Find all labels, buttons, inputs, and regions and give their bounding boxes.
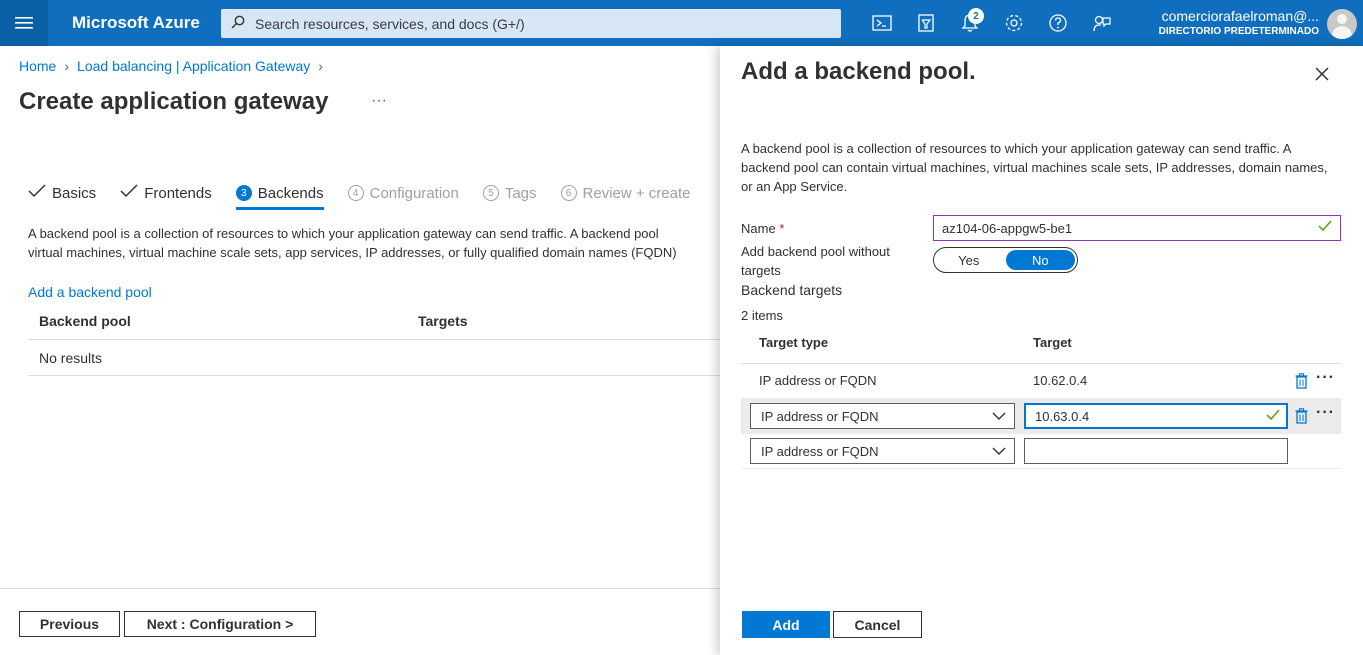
column-header-target-type: Target type <box>759 335 829 350</box>
target-type-dropdown[interactable]: IP address or FQDN <box>750 403 1015 429</box>
tab-label: Backends <box>257 184 324 202</box>
target-type-dropdown[interactable]: IP address or FQDN <box>750 438 1015 464</box>
tab-label: Basics <box>52 184 97 202</box>
delete-icon[interactable] <box>1295 373 1308 392</box>
notification-count-badge: 2 <box>968 8 984 24</box>
chevron-down-icon <box>992 441 1006 464</box>
search-icon <box>231 15 245 32</box>
description-line: A backend pool is a collection of resour… <box>28 226 659 241</box>
backend-pool-table-header: Backend pool Targets <box>28 304 720 340</box>
help-icon[interactable] <box>1036 0 1080 46</box>
more-options-icon[interactable]: ··· <box>1316 404 1335 422</box>
search-placeholder: Search resources, services, and docs (G+… <box>255 15 525 32</box>
avatar[interactable] <box>1327 9 1357 39</box>
footer-divider <box>0 588 720 589</box>
tab-frontends[interactable]: Frontends <box>120 178 212 208</box>
toggle-option-yes[interactable]: Yes <box>934 248 1004 272</box>
chevron-right-icon: › <box>318 58 323 74</box>
target-input[interactable]: 10.63.0.4 <box>1024 403 1288 429</box>
top-bar: Microsoft Azure Search resources, servic… <box>0 0 1363 46</box>
more-options-icon[interactable]: ··· <box>1316 369 1335 387</box>
tab-review-create[interactable]: 6 Review + create <box>560 178 691 208</box>
panel-title: Add a backend pool. <box>741 58 976 85</box>
column-header-backend-pool[interactable]: Backend pool <box>39 313 131 329</box>
close-icon[interactable] <box>1314 62 1330 88</box>
toggle-option-no[interactable]: No <box>1005 250 1075 270</box>
settings-icon[interactable] <box>992 0 1036 46</box>
breadcrumb: Home › Load balancing | Application Gate… <box>19 58 323 74</box>
page-title: Create application gateway <box>19 88 329 115</box>
more-options-icon[interactable]: ··· <box>371 92 387 110</box>
cancel-button[interactable]: Cancel <box>833 611 922 638</box>
search-input[interactable]: Search resources, services, and docs (G+… <box>221 9 841 38</box>
name-label-text: Name <box>741 221 776 236</box>
tab-label: Tags <box>504 184 537 202</box>
without-targets-toggle[interactable]: Yes No <box>933 247 1078 273</box>
required-indicator: * <box>779 221 785 236</box>
account-directory: DIRECTORIO PREDETERMINADO <box>1158 26 1319 37</box>
previous-button[interactable]: Previous <box>19 611 120 637</box>
targets-count: 2 items <box>741 308 783 323</box>
cloud-shell-icon[interactable] <box>860 0 904 46</box>
step-number: 3 <box>235 185 252 201</box>
tab-label: Configuration <box>369 184 459 202</box>
table-row: No results <box>28 340 720 376</box>
description-line: virtual machines, virtual machine scale … <box>28 245 677 260</box>
chevron-right-icon: › <box>64 58 70 74</box>
tab-backends[interactable]: 3 Backends <box>235 178 324 210</box>
add-button[interactable]: Add <box>742 611 830 638</box>
without-targets-label: Add backend pool without targets <box>741 244 890 278</box>
step-number: 5 <box>482 185 499 201</box>
add-backend-pool-link[interactable]: Add a backend pool <box>28 284 152 300</box>
breadcrumb-home[interactable]: Home <box>19 58 56 74</box>
menu-icon[interactable] <box>0 0 48 46</box>
breadcrumb-load-balancing[interactable]: Load balancing | Application Gateway <box>77 58 310 74</box>
tab-label: Review + create <box>582 184 691 202</box>
column-header-target: Target <box>1033 335 1072 350</box>
next-configuration-button[interactable]: Next : Configuration > <box>124 611 316 637</box>
wizard-steps: Basics Frontends 3 Backends 4 Configurat… <box>28 178 715 210</box>
tab-tags[interactable]: 5 Tags <box>482 178 537 208</box>
add-backend-pool-panel: Add a backend pool. A backend pool is a … <box>720 46 1363 655</box>
feedback-icon[interactable] <box>1080 0 1124 46</box>
empty-state-text: No results <box>39 350 103 366</box>
dropdown-value: IP address or FQDN <box>761 443 879 459</box>
table-row: IP address or FQDN <box>741 434 1341 469</box>
tab-configuration[interactable]: 4 Configuration <box>347 178 459 208</box>
directory-filter-icon[interactable] <box>904 0 948 46</box>
step-number: 4 <box>347 185 364 201</box>
backend-targets-heading: Backend targets <box>741 282 843 298</box>
tab-basics[interactable]: Basics <box>28 178 96 208</box>
name-label: Name * <box>741 219 784 238</box>
chevron-down-icon <box>992 406 1006 429</box>
tab-label: Frontends <box>144 184 212 202</box>
name-field-value: az104-06-appgw5-be1 <box>942 220 1073 236</box>
target-value: 10.62.0.4 <box>1033 373 1088 388</box>
target-input[interactable] <box>1024 438 1288 464</box>
name-field[interactable]: az104-06-appgw5-be1 <box>933 215 1341 241</box>
backends-description: A backend pool is a collection of resour… <box>28 224 720 262</box>
valid-checkmark-icon <box>1266 408 1280 424</box>
checkmark-icon <box>28 184 46 202</box>
account-email: comerciorafaelroman@... <box>1161 8 1319 24</box>
targets-table-header: Target type Target <box>741 327 1341 364</box>
checkmark-icon <box>120 184 138 202</box>
panel-description: A backend pool is a collection of resour… <box>741 141 1328 194</box>
delete-icon[interactable] <box>1295 408 1308 427</box>
account-info[interactable]: comerciorafaelroman@... DIRECTORIO PREDE… <box>1159 8 1319 37</box>
target-type-value: IP address or FQDN <box>759 373 877 388</box>
table-row: IP address or FQDN 10.62.0.4 ··· <box>741 364 1341 399</box>
dropdown-value: IP address or FQDN <box>761 408 879 424</box>
column-header-targets[interactable]: Targets <box>418 313 468 329</box>
table-row: IP address or FQDN 10.63.0.4 ··· <box>741 399 1341 434</box>
step-number: 6 <box>560 185 577 201</box>
target-input-value: 10.63.0.4 <box>1035 408 1090 424</box>
valid-checkmark-icon <box>1318 219 1332 235</box>
notifications-icon[interactable]: 2 <box>948 0 992 46</box>
brand-title[interactable]: Microsoft Azure <box>72 13 222 33</box>
